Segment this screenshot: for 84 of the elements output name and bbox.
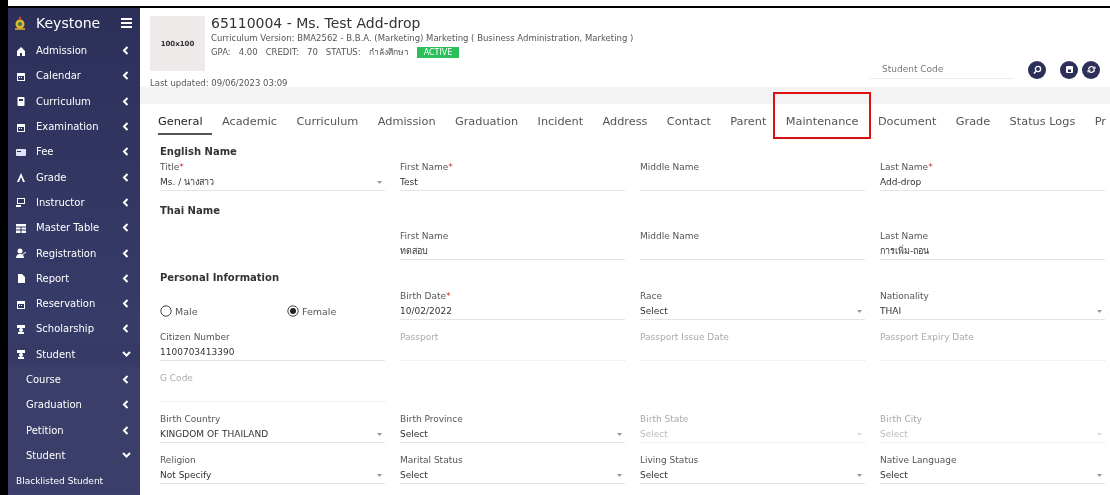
sidebar-item[interactable]: Reservation — [8, 290, 140, 317]
field-label: First Name* — [400, 161, 454, 174]
tab[interactable]: Graduation — [445, 112, 528, 135]
stat-value: 70 — [307, 47, 318, 57]
sidebar-item[interactable]: Student — [8, 442, 140, 469]
field-label: Middle Name — [640, 161, 701, 174]
tab[interactable]: Academic — [212, 112, 287, 135]
tab[interactable]: Curriculum — [286, 112, 369, 135]
radio-option[interactable]: Female — [287, 305, 374, 317]
stat-value: กำลังศึกษา — [368, 46, 409, 59]
tab[interactable]: Document — [868, 112, 947, 135]
tab[interactable]: Status Logs — [999, 112, 1085, 135]
field-label: Passport Issue Date — [640, 331, 730, 344]
sidebar-item[interactable]: Report — [8, 265, 140, 291]
sidebar-item[interactable]: Grade — [8, 164, 140, 190]
input-field[interactable]: 10/02/2022 — [400, 303, 625, 320]
sidebar-item[interactable]: Petition — [8, 417, 140, 443]
input-field[interactable]: ทดสอบ — [400, 243, 625, 260]
dropdown-field[interactable]: THAI — [880, 303, 1105, 320]
stat-label: CREDIT: — [265, 47, 300, 57]
section-heading: Personal Information — [160, 272, 280, 283]
field-label: G Code — [160, 372, 194, 385]
sidebar-item[interactable]: Student — [8, 341, 140, 367]
field-label: Title* — [160, 161, 185, 174]
stat-value: 4.00 — [238, 47, 258, 57]
field-label: Religion — [160, 454, 197, 467]
input-field[interactable]: Add-drop — [880, 174, 1105, 191]
last-updated-text: Last updated: 09/06/2023 03:09 — [150, 78, 288, 88]
sidebar-item[interactable]: Scholarship — [8, 316, 140, 342]
field-label: Birth City — [880, 413, 924, 426]
field-label: Native Language — [880, 454, 958, 467]
dropdown-field[interactable]: KINGDOM OF THAILAND — [160, 426, 385, 443]
field-label: Middle Name — [640, 230, 701, 243]
dropdown-field[interactable]: Not Specify — [160, 467, 385, 484]
field-label: Birth Province — [400, 413, 464, 426]
field-label: Race — [640, 290, 664, 303]
sidebar-item[interactable]: Master Table — [8, 215, 140, 241]
curriculum-text: Curriculum Version: BMA2562 - B.B.A. (Marketing) Marketing ( Business Administration, Marketing ) — [211, 33, 634, 43]
dropdown-field[interactable]: Select — [640, 303, 865, 320]
sidebar-item[interactable]: Examination — [8, 113, 140, 140]
brand-name: Keystone — [36, 15, 102, 31]
sidebar-item[interactable]: Blacklisted Student — [8, 468, 140, 494]
field-label: Marital Status — [400, 454, 464, 467]
stat-label: STATUS: — [325, 47, 361, 57]
section-heading: Thai Name — [160, 205, 221, 216]
status-badge: ACTIVE — [416, 46, 460, 58]
field-label: Last Name* — [880, 161, 934, 174]
radio-option[interactable]: Male — [160, 305, 247, 317]
sidebar-item[interactable]: Calendar — [8, 63, 140, 89]
field-label: Nationality — [880, 290, 930, 303]
field-label: Birth State — [640, 413, 690, 426]
section-heading: English Name — [160, 146, 238, 157]
field-label: Birth Country — [160, 413, 222, 426]
tab[interactable]: Address — [592, 112, 658, 135]
input-field[interactable]: การเพิ่ม-ถอน — [880, 243, 1105, 260]
tab[interactable]: Parent — [720, 112, 777, 135]
field-label: First Name — [400, 230, 450, 243]
tab[interactable]: Incident — [527, 112, 593, 135]
dropdown-field[interactable]: Select — [640, 467, 865, 484]
dropdown-field[interactable]: Ms. / นางสาว — [160, 174, 385, 191]
input-field[interactable]: Test — [400, 174, 625, 191]
field-label: Birth Date* — [400, 290, 452, 303]
tab[interactable]: Admission — [368, 112, 446, 135]
field-label: Living Status — [640, 454, 700, 467]
tab[interactable]: Grade — [946, 112, 1000, 135]
dropdown-field[interactable]: Select — [880, 467, 1105, 484]
tab[interactable]: General — [158, 112, 213, 135]
tab[interactable]: Pr — [1084, 112, 1110, 135]
sidebar-item[interactable]: Curriculum — [8, 88, 140, 114]
tab[interactable]: Contact — [657, 112, 721, 135]
input-field[interactable]: 1100703413390 — [160, 344, 385, 361]
sidebar-item[interactable]: Admission — [8, 38, 140, 64]
field-label: Passport Expiry Date — [880, 331, 975, 344]
tab[interactable]: Maintenance — [776, 112, 869, 135]
sidebar-item[interactable]: Registration — [8, 240, 140, 266]
field-label: Citizen Number — [160, 331, 231, 344]
dropdown-field[interactable]: Select — [400, 426, 625, 443]
field-label: Passport — [400, 331, 440, 344]
stat-label: GPA: — [211, 47, 231, 57]
sidebar-item[interactable]: Fee — [8, 139, 140, 165]
dropdown-field[interactable]: Select — [400, 467, 625, 484]
field-label: Last Name — [880, 230, 930, 243]
student-title: 65110004 - Ms. Test Add-drop — [211, 15, 422, 31]
sidebar-item[interactable]: Instructor — [8, 189, 140, 216]
